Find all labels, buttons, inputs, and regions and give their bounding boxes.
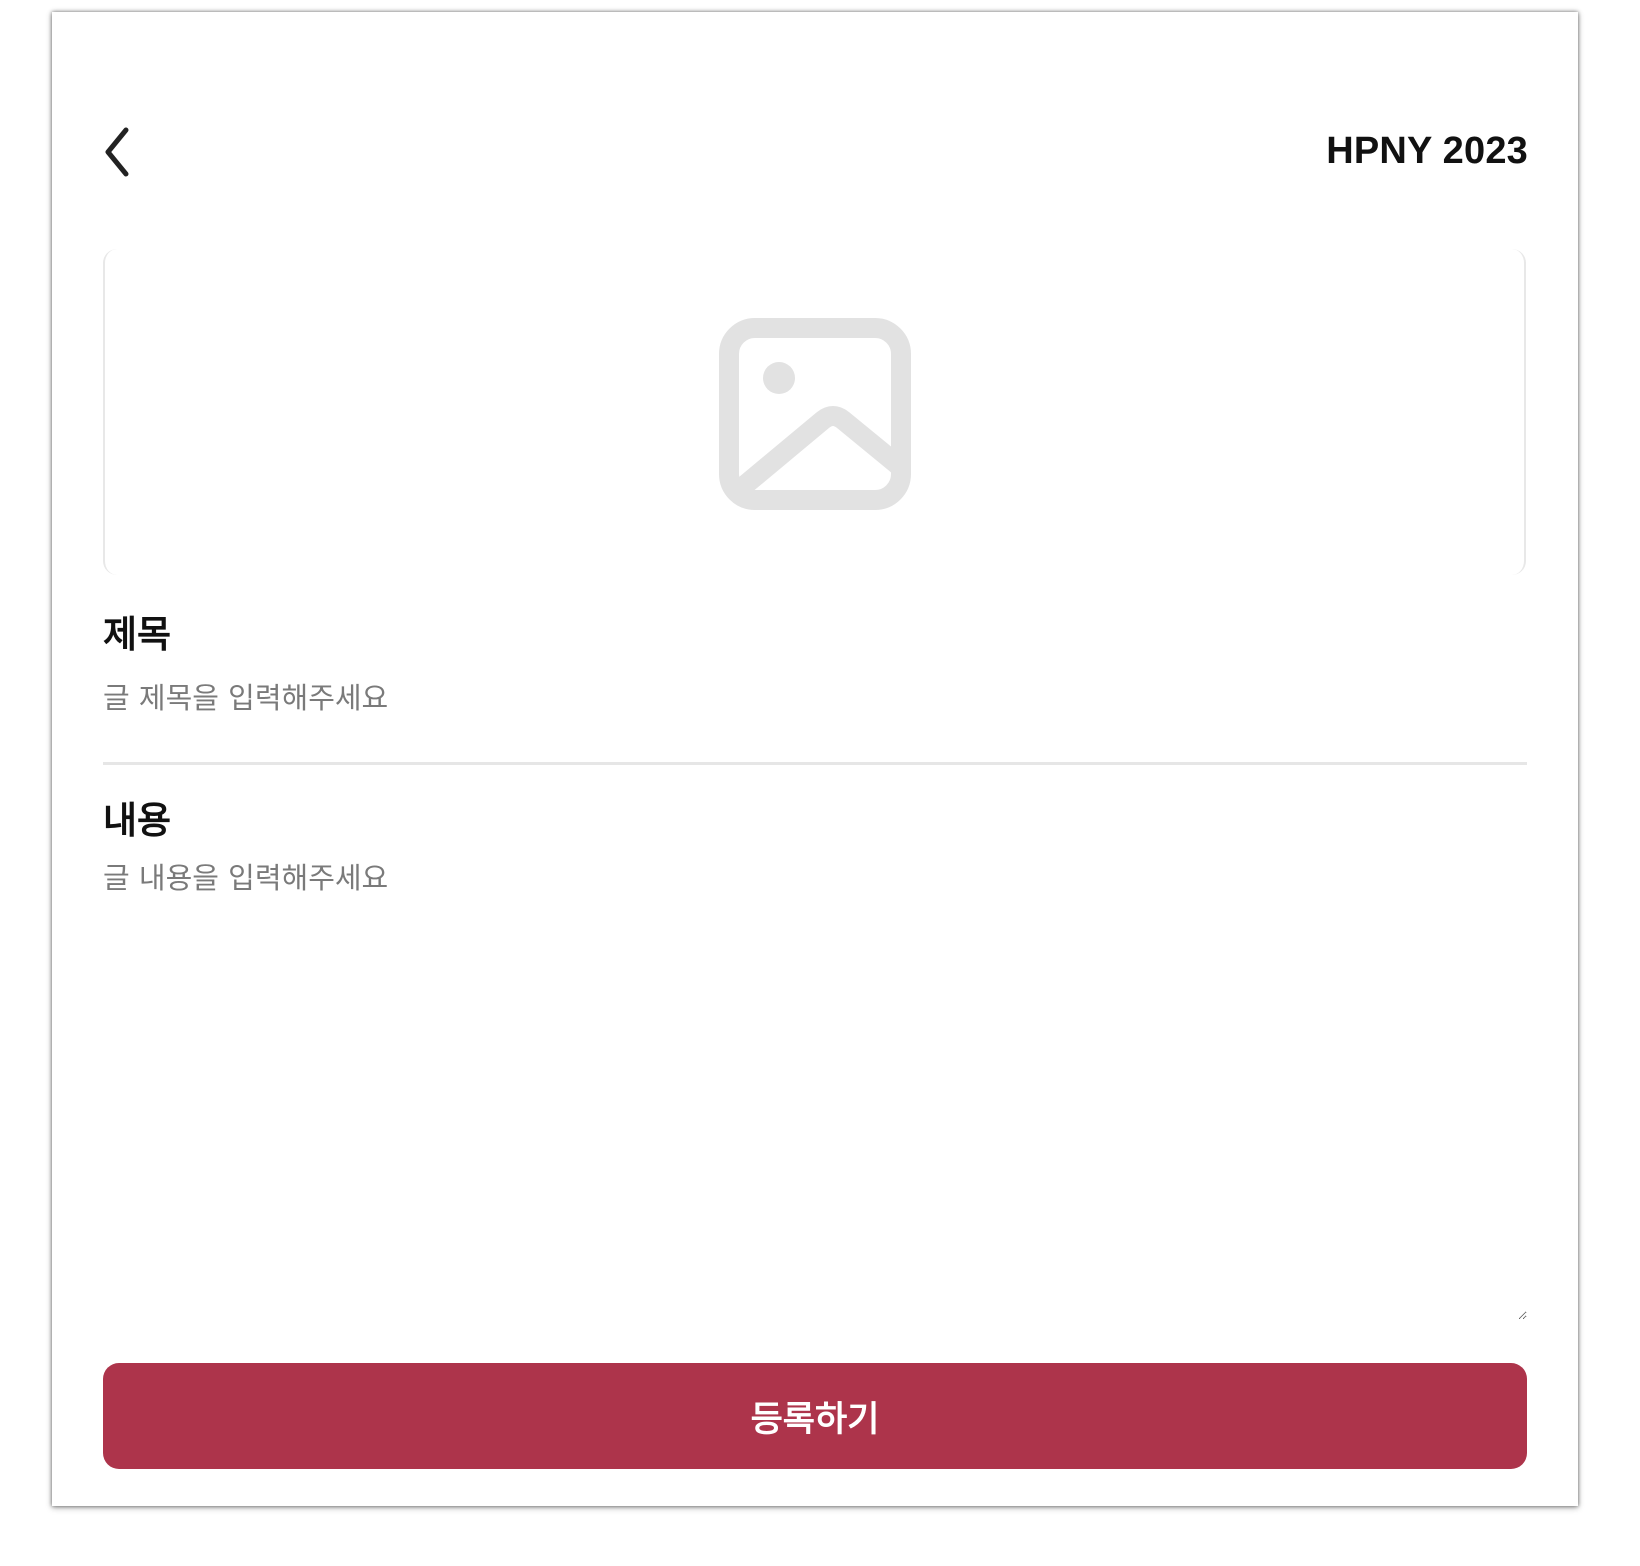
title-input[interactable] [103,676,1527,720]
image-upload-area[interactable] [103,249,1526,575]
title-label: 제목 [103,614,172,655]
back-button[interactable] [98,122,138,182]
content-label: 내용 [103,800,172,841]
app-window: HPNY 2023 제목 내용 등록하기 [52,12,1578,1506]
image-placeholder-icon [718,318,911,510]
chevron-left-icon [105,127,129,177]
submit-button[interactable]: 등록하기 [103,1363,1527,1469]
title-divider [103,762,1527,765]
content-textarea[interactable] [103,860,1527,1320]
page-title: HPNY 2023 [1326,130,1528,172]
